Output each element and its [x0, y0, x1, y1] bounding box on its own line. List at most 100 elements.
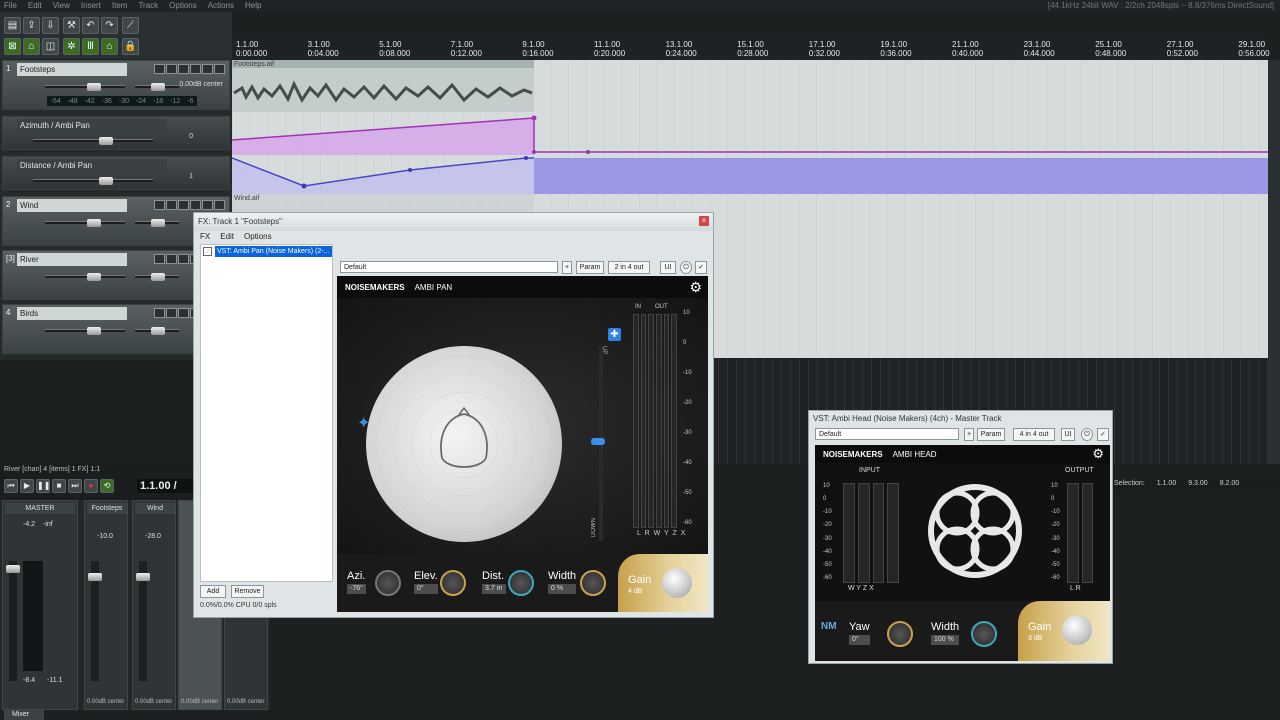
fx-menu-edit[interactable]: Edit — [220, 232, 234, 241]
azimuth-value[interactable]: -76° — [347, 584, 366, 594]
master-bypass-icon[interactable]: ⏻ — [1081, 428, 1093, 441]
menu-edit[interactable]: Edit — [28, 0, 42, 12]
save-project-icon[interactable]: ⇩ — [42, 17, 59, 34]
track-name-river[interactable]: River — [17, 253, 127, 266]
ambi-head-gear-icon[interactable]: ⚙ — [1092, 446, 1104, 462]
wind-fader[interactable] — [136, 561, 150, 681]
menu-item[interactable]: Item — [112, 0, 128, 12]
track-buttons[interactable] — [154, 64, 225, 74]
bypass-icon[interactable]: ⏻ — [680, 261, 692, 274]
head-gain-knob[interactable] — [1062, 615, 1092, 645]
footsteps-fader[interactable] — [88, 561, 102, 681]
fx-active-checkbox[interactable]: ✓ — [695, 261, 707, 274]
master-io-button[interactable]: 4 in 4 out — [1013, 428, 1055, 441]
master-active-checkbox[interactable]: ✓ — [1097, 428, 1109, 441]
menu-help[interactable]: Help — [245, 0, 261, 12]
volume-slider[interactable] — [45, 327, 125, 335]
menu-view[interactable]: View — [53, 0, 70, 12]
open-project-icon[interactable]: ⇪ — [23, 17, 40, 34]
ruler-mark[interactable]: 3.1.00 0:04.000 — [308, 40, 339, 58]
time-display[interactable]: 1.1.00 / — [137, 479, 193, 493]
ruler-mark[interactable]: 25.1.00 0:48.000 — [1095, 40, 1126, 58]
ruler-mark[interactable]: 7.1.00 0:12.000 — [451, 40, 482, 58]
selection-start[interactable]: 1.1.00 — [1157, 480, 1176, 490]
redo-icon[interactable]: ↷ — [101, 17, 118, 34]
ruler-mark[interactable]: 11.1.00 0:20.000 — [594, 40, 625, 58]
ruler-mark[interactable]: 19.1.00 0:36.000 — [880, 40, 911, 58]
gear-icon[interactable]: ⚙ — [689, 279, 702, 296]
azimuth-knob[interactable] — [375, 570, 401, 596]
grid-lines-icon[interactable]: Ⅲ — [82, 38, 99, 55]
master-fader[interactable] — [6, 561, 20, 681]
menu-insert[interactable]: Insert — [81, 0, 101, 12]
elevation-knob[interactable] — [440, 570, 466, 596]
source-position-icon[interactable]: ✦ — [357, 413, 370, 433]
undo-icon[interactable]: ↶ — [82, 17, 99, 34]
yaw-knob[interactable] — [887, 621, 913, 647]
envelope-azimuth[interactable]: Azimuth / Ambi Pan 0 — [2, 116, 230, 150]
head-width-value[interactable]: 100 % — [931, 635, 960, 645]
mixer-strip-footsteps[interactable]: Footsteps -10.0 0.00dB center — [84, 500, 128, 710]
preset-add-button[interactable]: + — [562, 261, 572, 274]
width-value[interactable]: 0 % — [548, 584, 577, 594]
loop-icon[interactable]: ⟲ — [100, 479, 114, 493]
vertical-scrollbar[interactable] — [1268, 60, 1280, 464]
param-button[interactable]: Param — [576, 261, 604, 274]
distance-knob[interactable] — [508, 570, 534, 596]
pan-slider[interactable] — [135, 273, 179, 281]
ruler-mark[interactable]: 1.1.00 0:00.000 — [236, 40, 267, 58]
ruler-mark[interactable]: 23.1.00 0:44.000 — [1024, 40, 1055, 58]
ruler-mark[interactable]: 29.1.00 0:56.000 — [1238, 40, 1269, 58]
io-routing-button[interactable]: 2 in 4 out — [608, 261, 650, 274]
timeline-ruler[interactable]: 1.1.00 0:00.000 3.1.00 0:04.000 5.1.00 0:08.0… — [232, 38, 1270, 60]
menu-options[interactable]: Options — [169, 0, 197, 12]
mixer-tab[interactable]: Mixer — [4, 710, 44, 720]
track-name-wind[interactable]: Wind — [17, 199, 127, 212]
fx-menu-options[interactable]: Options — [244, 232, 272, 241]
distance-value[interactable]: 3.7 m — [482, 584, 506, 594]
volume-slider[interactable] — [45, 219, 125, 227]
elevation-toggle-icon[interactable]: ✚ — [608, 328, 621, 341]
fx-menu-fx[interactable]: FX — [200, 232, 210, 241]
fx-chain-list[interactable]: ✓ VST: Ambi Pan (Noise Makers) (2-... — [200, 244, 333, 582]
track-name-footsteps[interactable]: Footsteps — [17, 63, 127, 76]
new-project-icon[interactable]: ▤ — [4, 17, 21, 34]
menu-file[interactable]: File — [4, 0, 17, 12]
settings-wrench-icon[interactable]: ⚒ — [63, 17, 80, 34]
item-grouping-icon[interactable]: ◫ — [42, 38, 59, 55]
pan-slider[interactable] — [135, 219, 179, 227]
selection-end[interactable]: 9.3.00 — [1188, 480, 1207, 490]
ruler-mark[interactable]: 17.1.00 0:32.000 — [809, 40, 840, 58]
remove-fx-button[interactable]: Remove — [231, 585, 264, 598]
ruler-mark[interactable]: 27.1.00 0:52.000 — [1167, 40, 1198, 58]
width-knob[interactable] — [580, 570, 606, 596]
metronome-icon[interactable]: ⟋ — [122, 17, 139, 34]
stop-icon[interactable]: ■ — [52, 479, 66, 493]
rewind-icon[interactable]: ⏮ — [4, 479, 18, 493]
crossfade-icon[interactable]: ⌂ — [101, 38, 118, 55]
track-buttons[interactable] — [154, 200, 225, 210]
ruler-mark[interactable]: 21.1.00 0:40.000 — [952, 40, 983, 58]
pan-slider[interactable] — [135, 327, 179, 335]
yaw-value[interactable]: 0° — [849, 635, 870, 645]
forward-icon[interactable]: ⏭ — [68, 479, 82, 493]
mixer-strip-master[interactable]: MASTER -4.2 -inf -8.4 -11.1 — [2, 500, 78, 710]
add-fx-button[interactable]: Add — [200, 585, 226, 598]
volume-slider[interactable] — [45, 273, 125, 281]
close-icon[interactable]: × — [699, 216, 709, 226]
track-footsteps[interactable]: 1 Footsteps 0.00dB center -54 -48 -42 -36 -3… — [2, 60, 230, 110]
preset-dropdown[interactable]: Default — [340, 261, 558, 273]
ripple-edit-icon[interactable]: ⌂ — [23, 38, 40, 55]
master-preset-dropdown[interactable]: Default — [815, 428, 959, 440]
head-width-knob[interactable] — [971, 621, 997, 647]
master-preset-add-button[interactable]: + — [964, 428, 974, 441]
track-name-birds[interactable]: Birds — [17, 307, 127, 320]
pan-slider[interactable] — [135, 83, 179, 91]
master-ui-button[interactable]: UI — [1061, 428, 1075, 441]
selection-length[interactable]: 8.2.00 — [1220, 480, 1239, 490]
mixer-strip-wind[interactable]: Wind -28.0 0.00dB center — [132, 500, 176, 710]
ruler-mark[interactable]: 9.1.00 0:16.000 — [522, 40, 553, 58]
gain-value[interactable]: 4 dB — [628, 588, 642, 595]
panner-sphere[interactable] — [366, 346, 562, 542]
menu-track[interactable]: Track — [138, 0, 158, 12]
